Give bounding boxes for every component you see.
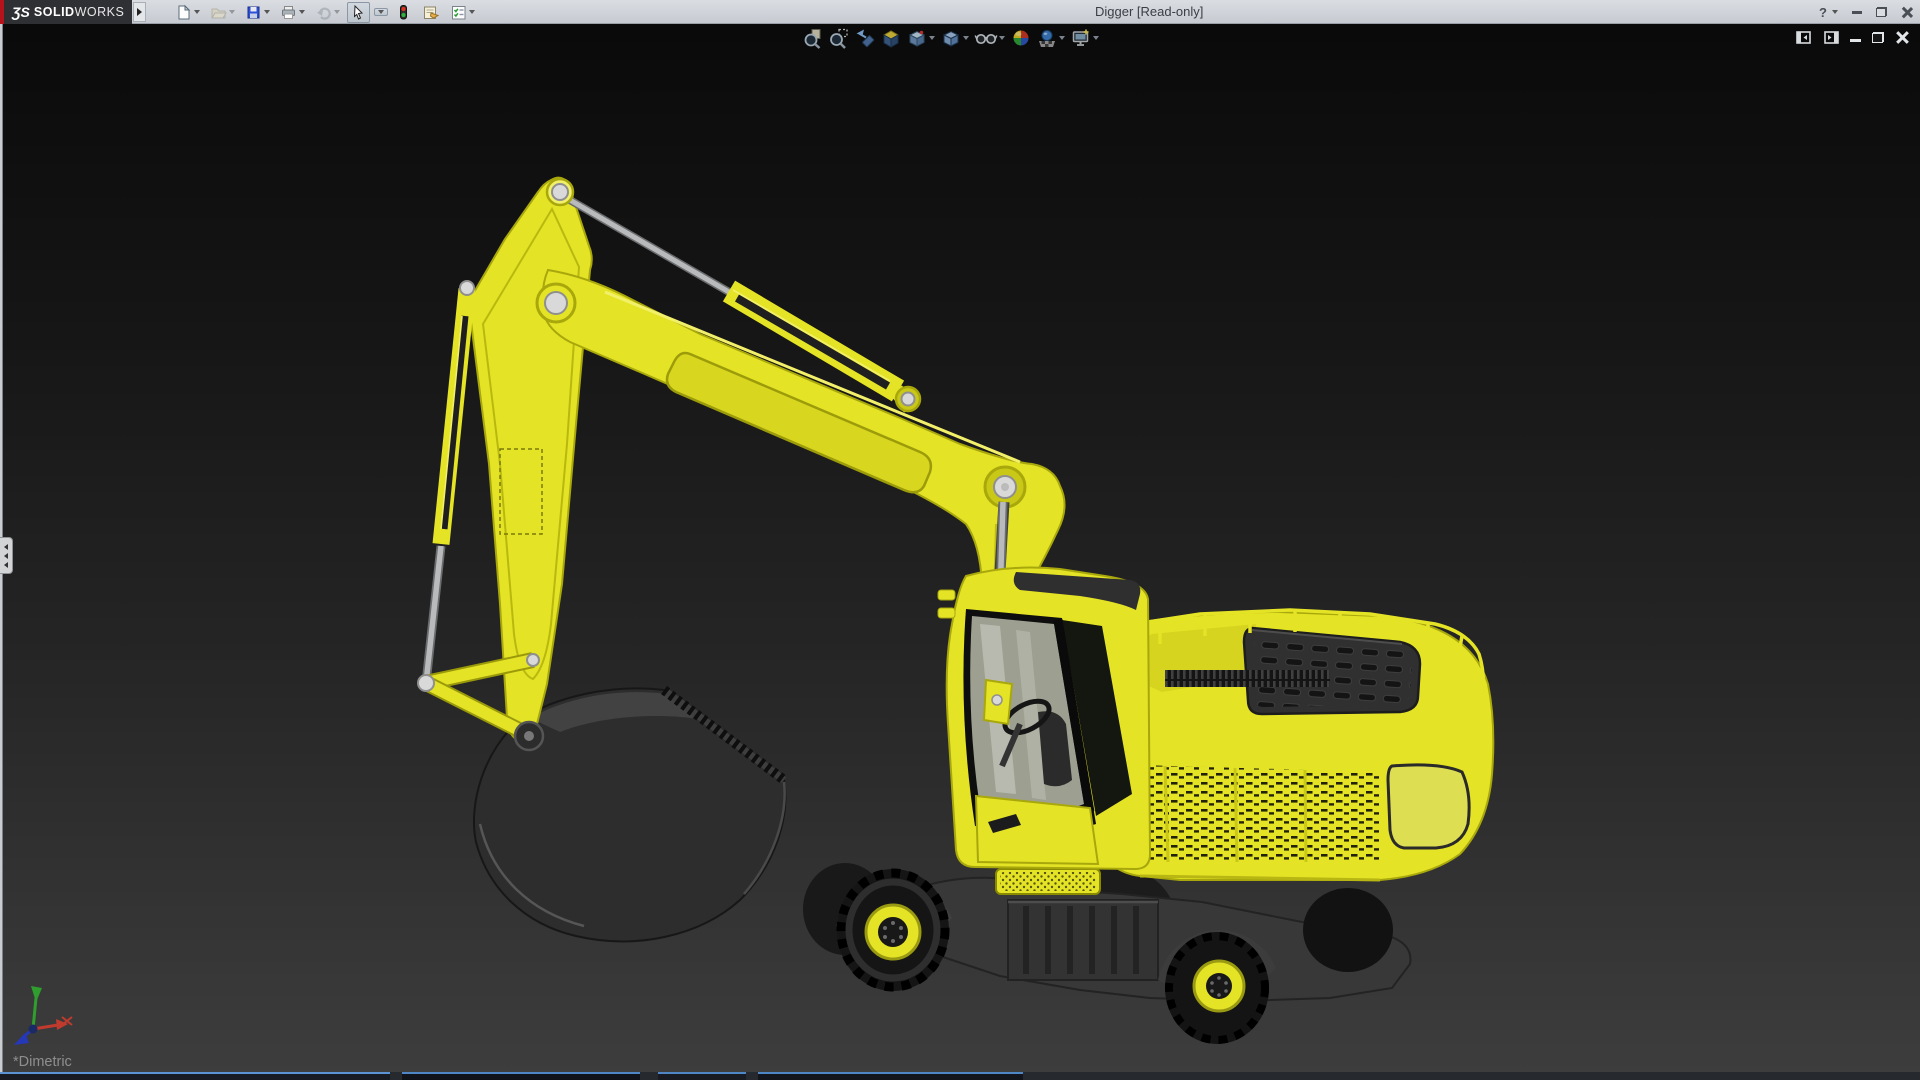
flyout-arrow-icon bbox=[137, 8, 142, 16]
new-document-icon bbox=[175, 4, 192, 21]
zoom-to-area-icon bbox=[828, 27, 850, 49]
lights-button[interactable] bbox=[392, 2, 415, 23]
open-document-button[interactable] bbox=[207, 2, 238, 23]
design-binder-button[interactable] bbox=[419, 2, 443, 23]
os-taskbar[interactable] bbox=[0, 1072, 1920, 1080]
select-tool-dropdown[interactable] bbox=[374, 8, 388, 16]
previous-view-button[interactable] bbox=[854, 27, 876, 49]
titlebar-controls: ? bbox=[1819, 0, 1912, 24]
view-settings-icon bbox=[1070, 27, 1092, 49]
feature-tree-flyout-tab[interactable] bbox=[0, 537, 13, 574]
undo-dropdown-icon[interactable] bbox=[334, 10, 340, 14]
print-button[interactable] bbox=[277, 2, 308, 23]
view-orientation-button[interactable] bbox=[906, 27, 936, 49]
options-checklist-icon bbox=[450, 4, 467, 21]
restore-button[interactable] bbox=[1876, 7, 1887, 17]
print-dropdown-icon[interactable] bbox=[299, 10, 305, 14]
solidworks-logo: ƷS SOLIDWORKS bbox=[0, 0, 132, 24]
apply-scene-dropdown-icon[interactable] bbox=[1059, 36, 1065, 40]
graphics-viewport: *Dimetric bbox=[0, 24, 1920, 1072]
display-style-icon bbox=[940, 27, 962, 49]
model-canvas[interactable] bbox=[0, 24, 1920, 1072]
taskbar-segment[interactable] bbox=[658, 1072, 746, 1080]
zoom-to-fit-icon bbox=[802, 27, 824, 49]
edit-appearance-icon bbox=[1010, 27, 1032, 49]
taskbar-segment[interactable] bbox=[758, 1072, 1023, 1080]
view-settings-button[interactable] bbox=[1070, 27, 1100, 49]
brand-solid: SOLID bbox=[34, 5, 75, 19]
close-button[interactable] bbox=[1901, 7, 1912, 18]
wheel-front-left[interactable] bbox=[837, 869, 949, 991]
taskbar-segment[interactable] bbox=[0, 1072, 390, 1080]
pane-toggle-right-icon[interactable] bbox=[1823, 31, 1839, 44]
brand-works: WORKS bbox=[75, 5, 125, 19]
collapse-arrow-icon bbox=[4, 562, 8, 568]
rear-window[interactable] bbox=[1388, 765, 1469, 848]
solidworks-window: ƷS SOLIDWORKS bbox=[0, 0, 1920, 1080]
document-window-controls bbox=[1796, 31, 1908, 44]
document-restore-button[interactable] bbox=[1872, 32, 1884, 43]
undo-button[interactable] bbox=[312, 2, 343, 23]
wheel-rear-left[interactable] bbox=[1165, 932, 1269, 1044]
view-orientation-icon bbox=[906, 27, 928, 49]
collapse-arrow-icon bbox=[4, 544, 8, 550]
options-button[interactable] bbox=[447, 2, 478, 23]
titlebar: ƷS SOLIDWORKS bbox=[0, 0, 1920, 24]
minimize-button[interactable] bbox=[1852, 11, 1862, 14]
hide-show-items-button[interactable] bbox=[974, 27, 1006, 49]
traffic-light-icon bbox=[395, 4, 412, 21]
open-dropdown-icon[interactable] bbox=[229, 10, 235, 14]
view-orientation-label: *Dimetric bbox=[13, 1054, 72, 1070]
save-dropdown-icon[interactable] bbox=[264, 10, 270, 14]
brand-mark: ƷS bbox=[12, 4, 30, 20]
standard-toolbar bbox=[172, 1, 478, 23]
window-title: Digger [Read-only] bbox=[1095, 4, 1203, 19]
edit-appearance-button[interactable] bbox=[1010, 27, 1032, 49]
help-button[interactable]: ? bbox=[1819, 5, 1838, 20]
zoom-to-area-button[interactable] bbox=[828, 27, 850, 49]
boom-cylinder-left[interactable] bbox=[426, 281, 474, 683]
section-view-button[interactable] bbox=[880, 27, 902, 49]
menu-flyout-button[interactable] bbox=[133, 2, 146, 22]
excavator-model[interactable] bbox=[418, 178, 1493, 1044]
save-button[interactable] bbox=[242, 2, 273, 23]
display-style-dropdown-icon[interactable] bbox=[963, 36, 969, 40]
collapse-arrow-icon bbox=[4, 553, 8, 559]
orientation-triad bbox=[14, 986, 72, 1045]
undo-icon bbox=[315, 4, 332, 21]
help-icon: ? bbox=[1819, 5, 1827, 20]
new-document-button[interactable] bbox=[172, 2, 203, 23]
select-dropdown-icon bbox=[378, 10, 384, 14]
document-minimize-button[interactable] bbox=[1850, 39, 1861, 42]
new-dropdown-icon[interactable] bbox=[194, 10, 200, 14]
options-dropdown-icon[interactable] bbox=[469, 10, 475, 14]
print-icon bbox=[280, 4, 297, 21]
pane-toggle-left-icon[interactable] bbox=[1796, 31, 1812, 44]
view-settings-dropdown-icon[interactable] bbox=[1093, 36, 1099, 40]
taskbar-segment[interactable] bbox=[402, 1072, 640, 1080]
zoom-to-fit-button[interactable] bbox=[802, 27, 824, 49]
select-cursor-icon bbox=[350, 4, 367, 21]
select-tool-button[interactable] bbox=[347, 2, 370, 23]
document-close-button[interactable] bbox=[1895, 31, 1908, 44]
help-dropdown-icon bbox=[1832, 10, 1838, 14]
open-folder-icon bbox=[210, 4, 227, 21]
apply-scene-button[interactable] bbox=[1036, 27, 1066, 49]
design-binder-icon bbox=[422, 4, 440, 21]
view-orientation-dropdown-icon[interactable] bbox=[929, 36, 935, 40]
hide-show-glasses-icon bbox=[974, 27, 998, 49]
cab-part[interactable] bbox=[938, 568, 1150, 869]
previous-view-icon bbox=[854, 27, 876, 49]
apply-scene-icon bbox=[1036, 27, 1058, 49]
heads-up-view-toolbar bbox=[802, 27, 1100, 49]
hide-show-dropdown-icon[interactable] bbox=[999, 36, 1005, 40]
section-view-icon bbox=[880, 27, 902, 49]
display-style-button[interactable] bbox=[940, 27, 970, 49]
save-floppy-icon bbox=[245, 4, 262, 21]
